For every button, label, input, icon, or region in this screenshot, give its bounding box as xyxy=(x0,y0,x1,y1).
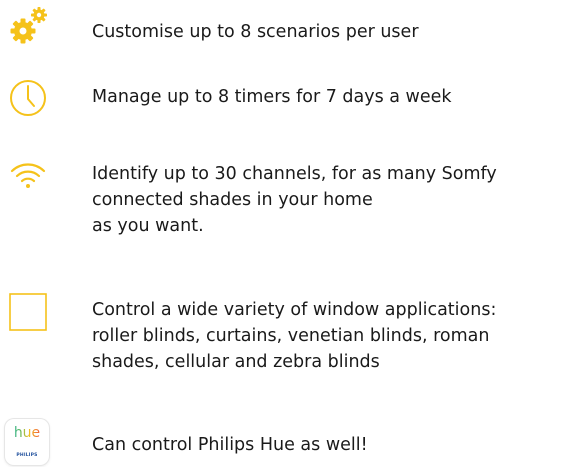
feature-line: shades, cellular and zebra blinds xyxy=(92,352,380,372)
clock-icon xyxy=(6,76,50,120)
feature-text: Control a wide variety of window applica… xyxy=(92,297,560,375)
wifi-icon xyxy=(6,153,50,197)
gears-icon xyxy=(6,4,50,48)
feature-line: Control a wide variety of window applica… xyxy=(92,300,497,320)
philips-hue-icon: hue PHILIPS xyxy=(4,417,50,467)
window-icon xyxy=(6,290,50,334)
feature-text: Manage up to 8 timers for 7 days a week xyxy=(92,84,560,110)
hue-logo-text: hue xyxy=(5,425,49,441)
hue-logo: hue PHILIPS xyxy=(5,419,49,465)
feature-line: as you want. xyxy=(92,216,204,236)
feature-text: Customise up to 8 scenarios per user xyxy=(92,19,560,45)
feature-line: roller blinds, curtains, venetian blinds… xyxy=(92,326,490,346)
feature-line: connected shades in your home xyxy=(92,190,373,210)
feature-line: Identify up to 30 channels, for as many … xyxy=(92,164,497,184)
feature-text: Identify up to 30 channels, for as many … xyxy=(92,161,560,239)
feature-line: Can control Philips Hue as well! xyxy=(92,435,368,455)
feature-line: Customise up to 8 scenarios per user xyxy=(92,22,419,42)
philips-logo-text: PHILIPS xyxy=(16,453,38,458)
feature-line: Manage up to 8 timers for 7 days a week xyxy=(92,87,452,107)
feature-text: Can control Philips Hue as well! xyxy=(92,432,560,458)
